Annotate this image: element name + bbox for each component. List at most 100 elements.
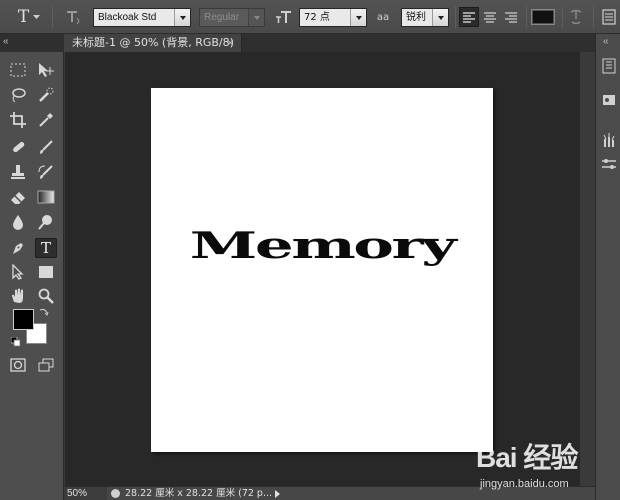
font-family-select[interactable]: Blackoak Std <box>93 8 191 27</box>
crop-tool[interactable] <box>7 110 29 130</box>
canvas-text-layer[interactable]: Memory <box>113 224 530 266</box>
align-right-icon <box>505 11 517 23</box>
pen-icon <box>13 243 23 254</box>
font-style-value: Regular <box>204 12 240 23</box>
right-panel-dock: « <box>595 34 620 500</box>
baidu-url: jingyan.baidu.com <box>480 478 569 490</box>
marquee-icon <box>10 63 26 77</box>
lasso-tool[interactable] <box>7 85 29 105</box>
zoom-tool[interactable] <box>35 286 57 306</box>
gradient-tool[interactable] <box>35 187 57 207</box>
properties-panel-button[interactable] <box>599 90 619 110</box>
collapse-toolbox-icon[interactable]: « <box>3 36 9 47</box>
panel-toggle-icon <box>602 9 616 25</box>
toolbox: T <box>0 52 64 500</box>
arrow-cursor-icon <box>12 264 24 280</box>
quick-mask-button[interactable] <box>7 355 29 375</box>
hand-tool[interactable] <box>7 286 29 306</box>
dodge-tool[interactable] <box>35 212 57 232</box>
options-bar: T Blackoak Std Regular 72 点 aa 锐利 <box>0 0 620 34</box>
status-menu-arrow-icon[interactable] <box>275 490 280 498</box>
font-style-select[interactable]: Regular <box>199 8 265 27</box>
default-colors-icon[interactable] <box>10 336 21 347</box>
document-tab[interactable]: 未标题-1 @ 50% (背景, RGB/8) * × <box>64 34 242 67</box>
align-right-button[interactable] <box>501 7 521 27</box>
dodge-icon <box>38 215 52 230</box>
pen-tool[interactable] <box>7 238 29 258</box>
eyedropper-tool[interactable] <box>35 110 57 130</box>
warp-text-button[interactable] <box>566 7 586 27</box>
vertical-scrollbar[interactable] <box>580 52 595 486</box>
baidu-watermark: Bai 经验 jingyan.baidu.com <box>468 434 618 500</box>
rectangle-icon <box>39 266 53 278</box>
document-canvas[interactable]: Memory <box>151 88 493 452</box>
antialias-icon: aa <box>374 7 392 27</box>
history-brush-icon <box>38 165 53 179</box>
text-color-swatch[interactable] <box>531 9 555 25</box>
antialias-icon-label: aa <box>376 11 390 23</box>
history-panel-button[interactable] <box>599 56 619 76</box>
history-icon <box>602 58 616 74</box>
font-size-select[interactable]: 72 点 <box>299 8 367 27</box>
marquee-tool[interactable] <box>7 60 29 80</box>
drop-icon <box>13 215 23 230</box>
bandage-icon <box>13 141 25 153</box>
brush-tool[interactable] <box>35 137 57 157</box>
blur-tool[interactable] <box>7 212 29 232</box>
align-left-icon <box>463 11 475 23</box>
crop-icon <box>10 112 26 128</box>
hand-icon <box>12 288 23 303</box>
eyedropper-icon <box>39 113 53 127</box>
clone-source-panel-button[interactable] <box>599 154 619 174</box>
magnifier-icon <box>38 288 54 304</box>
type-tool[interactable]: T <box>35 238 57 258</box>
type-icon: T <box>40 239 51 257</box>
font-size-icon <box>274 7 294 27</box>
close-icon[interactable]: × <box>226 34 235 52</box>
path-selection-tool[interactable] <box>7 262 29 282</box>
eraser-icon <box>11 192 25 204</box>
brush-panel-button[interactable] <box>599 130 619 150</box>
chevron-down-icon <box>432 9 448 26</box>
brush-icon <box>40 140 53 154</box>
screen-mode-button[interactable] <box>35 355 57 375</box>
align-left-button[interactable] <box>459 7 479 27</box>
character-panel-button[interactable] <box>599 7 619 27</box>
quick-selection-icon <box>39 87 54 102</box>
quick-selection-tool[interactable] <box>35 85 57 105</box>
lasso-icon <box>12 88 26 103</box>
move-tool[interactable] <box>35 60 57 80</box>
move-icon <box>39 63 54 77</box>
chevron-down-icon <box>350 9 366 26</box>
clone-stamp-tool[interactable] <box>7 162 29 182</box>
eraser-tool[interactable] <box>7 187 29 207</box>
baidu-logo: Bai 经验 <box>476 442 578 473</box>
document-info-icon[interactable] <box>111 489 120 498</box>
antialias-select[interactable]: 锐利 <box>401 8 449 27</box>
spot-healing-tool[interactable] <box>7 137 29 157</box>
history-brush-tool[interactable] <box>35 162 57 182</box>
quick-mask-icon <box>10 358 26 372</box>
type-tool-icon: T <box>17 7 30 27</box>
gradient-icon <box>37 190 55 204</box>
zoom-level-field[interactable]: 50% <box>65 487 107 500</box>
rectangle-tool[interactable] <box>35 262 57 282</box>
canvas-workspace[interactable]: Memory <box>65 52 595 486</box>
adjust-icon <box>602 159 616 169</box>
tool-preset-picker[interactable]: T <box>16 7 42 27</box>
document-info: 28.22 厘米 x 28.22 厘米 (72 p... <box>125 488 273 499</box>
text-orientation-icon[interactable] <box>62 7 84 27</box>
align-center-button[interactable] <box>480 7 500 27</box>
text-color-fill <box>533 11 553 23</box>
expand-panels-icon[interactable]: « <box>603 36 609 47</box>
chevron-down-icon <box>248 9 264 26</box>
foreground-color-swatch[interactable] <box>13 309 34 330</box>
font-family-value: Blackoak Std <box>98 12 157 23</box>
brushes-icon <box>603 133 615 147</box>
chevron-down-icon <box>174 9 190 26</box>
properties-icon <box>603 95 615 105</box>
screen-mode-icon <box>38 358 54 372</box>
swap-colors-icon[interactable] <box>39 307 49 317</box>
font-size-value: 72 点 <box>304 12 330 23</box>
antialias-value: 锐利 <box>406 12 426 23</box>
